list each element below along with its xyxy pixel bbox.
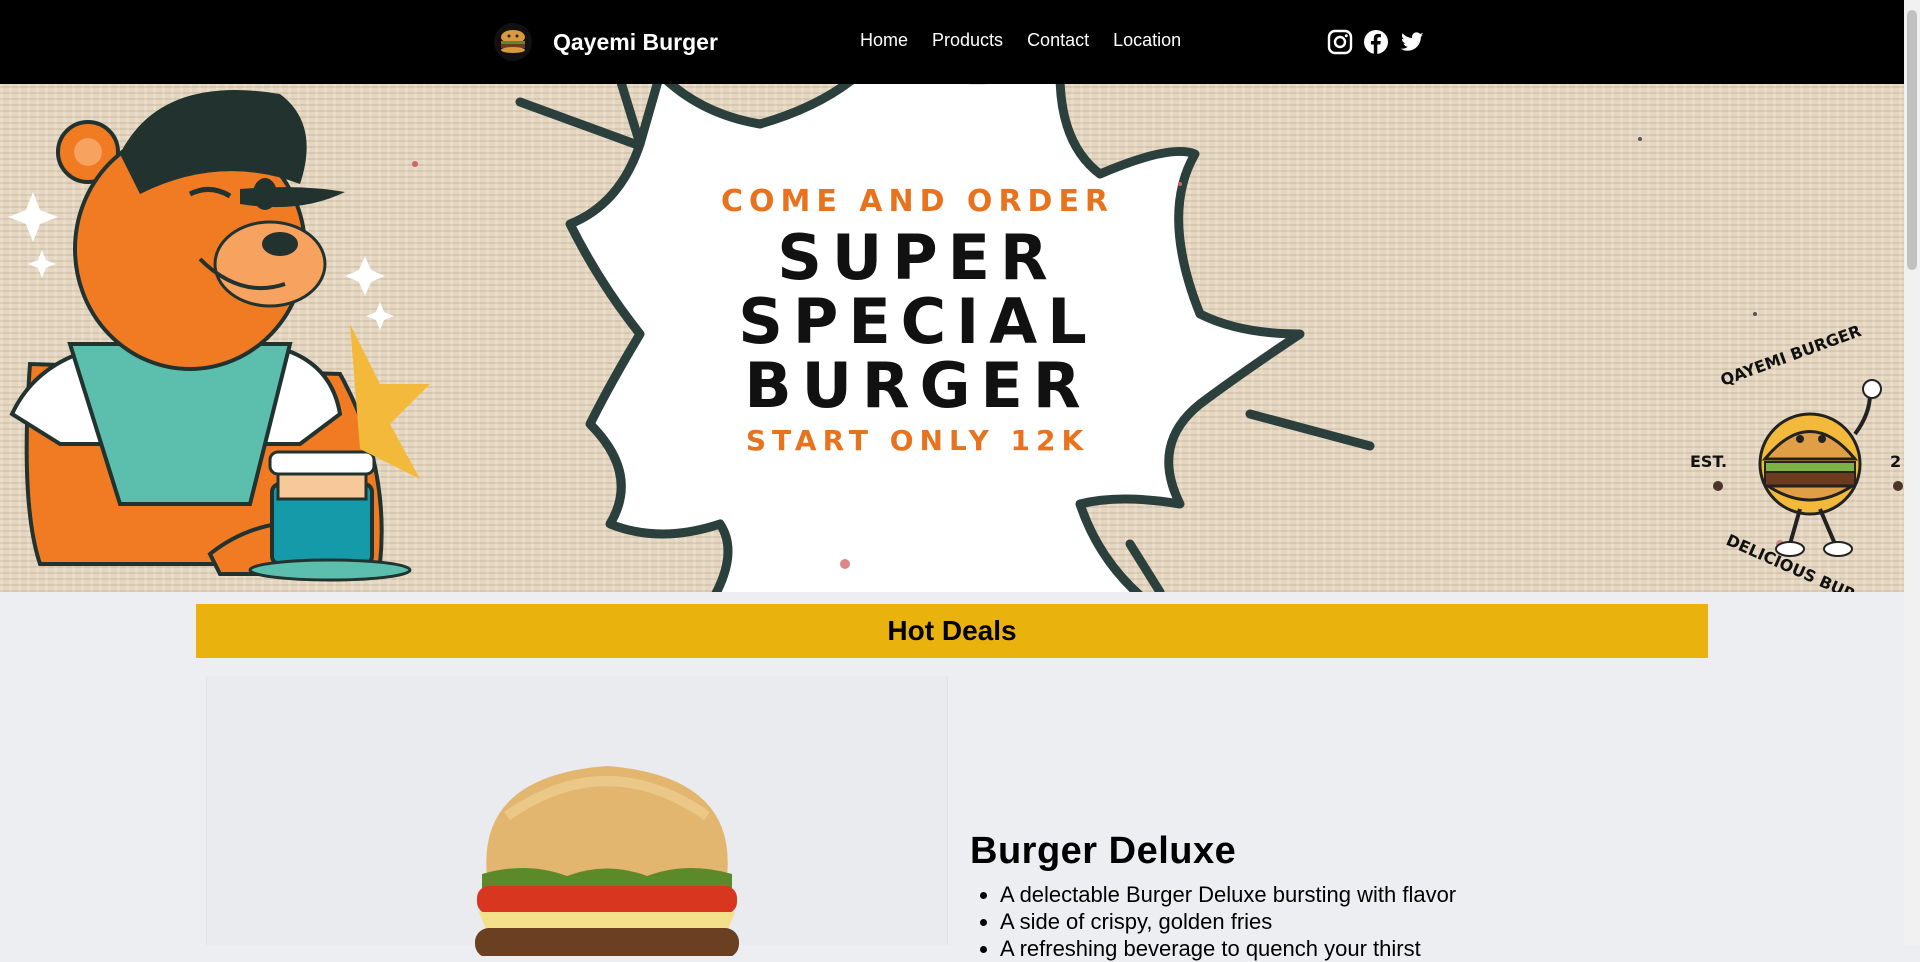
hero-price-text: START ONLY 12K [745, 424, 1090, 457]
social-links [1327, 29, 1425, 55]
hero-headline-line-1: SUPER [777, 221, 1058, 294]
page-scrollbar[interactable] [1904, 0, 1920, 945]
brand-logo-icon [494, 23, 532, 61]
badge-bottom-text: DELICIOUS BURGER [1723, 530, 1891, 592]
qayemi-badge-logo: QAYEMI BURGER DELICIOUS BURGER EST. 2 [1690, 321, 1903, 592]
instagram-icon[interactable] [1327, 29, 1353, 55]
bear-mascot-illustration [8, 90, 430, 582]
navbar: Qayemi Burger Home Products Contact Loca… [0, 0, 1904, 84]
brand[interactable]: Qayemi Burger [493, 22, 718, 62]
nav-link-home[interactable]: Home [860, 30, 908, 51]
scrollbar-thumb[interactable] [1907, 10, 1917, 270]
product-feature-item: A refreshing beverage to quench your thi… [1000, 935, 1690, 962]
product-image-card [206, 676, 948, 956]
hero-headline-line-3: BURGER [744, 349, 1091, 422]
product-feature-item: A delectable Burger Deluxe bursting with… [1000, 881, 1690, 908]
product-feature-item: A side of crispy, golden fries [1000, 908, 1690, 935]
badge-est-text: EST. [1690, 452, 1727, 471]
hot-deals-title: Hot Deals [887, 615, 1017, 646]
hero-kicker: COME AND ORDER [720, 184, 1115, 219]
hero-banner: QAYEMI BURGER DELICIOUS BURGER EST. 2 CO… [0, 84, 1904, 592]
product-feature-list: A delectable Burger Deluxe bursting with… [970, 881, 1690, 962]
facebook-icon[interactable] [1363, 29, 1389, 55]
product-info: Burger Deluxe A delectable Burger Deluxe… [970, 830, 1690, 962]
burger-deluxe-image[interactable] [467, 756, 747, 956]
hot-deals-header: Hot Deals [196, 604, 1708, 658]
badge-top-text: QAYEMI BURGER [1718, 321, 1864, 390]
nav-link-contact[interactable]: Contact [1027, 30, 1089, 51]
brand-name: Qayemi Burger [553, 28, 718, 55]
nav-link-products[interactable]: Products [932, 30, 1003, 51]
nav-link-location[interactable]: Location [1113, 30, 1181, 51]
twitter-icon[interactable] [1399, 29, 1425, 55]
product-name: Burger Deluxe [970, 830, 1237, 872]
hero-headline-line-2: SPECIAL [738, 285, 1097, 358]
nav-links: Home Products Contact Location [860, 30, 1181, 51]
badge-est-year: 2 [1890, 452, 1901, 471]
